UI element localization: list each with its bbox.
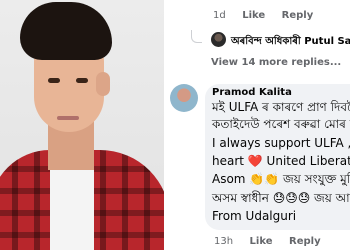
timestamp: 13h [214, 236, 234, 247]
comment-text-line: I always support ULFA ,,, lo [212, 136, 350, 150]
reply-button[interactable]: Reply [282, 10, 314, 21]
left-eye [48, 78, 60, 83]
mouth [57, 116, 79, 120]
comment-text-line: অসম স্বাধীন 😓😓😓 জয় আই [212, 191, 350, 205]
comment-text-line: মই ULFA ৰ কাৰণে প্ৰাণ দিবলৈ [212, 100, 350, 114]
timestamp: 1d [213, 10, 226, 21]
reply-author[interactable]: অৰবিন্দ অধিকাৰী Putul Sa [231, 34, 350, 51]
like-button[interactable]: Like [250, 236, 273, 247]
view-more-replies-link[interactable]: View 14 more replies... [211, 57, 341, 68]
right-eye [76, 78, 88, 83]
reply-button[interactable]: Reply [289, 236, 321, 247]
commenter-avatar[interactable] [170, 84, 198, 112]
comment-actions: 13h Like Reply [214, 236, 334, 247]
comment-author[interactable]: Pramod Kalita [212, 87, 292, 98]
ear [96, 72, 110, 96]
comment-text-line: Asom 👏👏 জয় সংযুক্ত মুক্তি [212, 172, 350, 186]
profile-photo [0, 0, 164, 250]
comment-text-line: কতাইদেউ পৰেশ বৰুৱা মোৰ জী [212, 117, 350, 131]
reply-avatar[interactable] [211, 32, 226, 47]
hair [20, 2, 112, 60]
comment-text-line: heart ❤️ United Liberation [212, 154, 350, 168]
like-button[interactable]: Like [242, 10, 265, 21]
comments-panel: 1d Like Reply অৰবিন্দ অধিকাৰী Putul Sa V… [164, 0, 350, 250]
comment-text-line: From Udalguri [212, 209, 297, 223]
reply-connector [191, 30, 202, 43]
comment-actions-top: 1d Like Reply [213, 10, 326, 21]
